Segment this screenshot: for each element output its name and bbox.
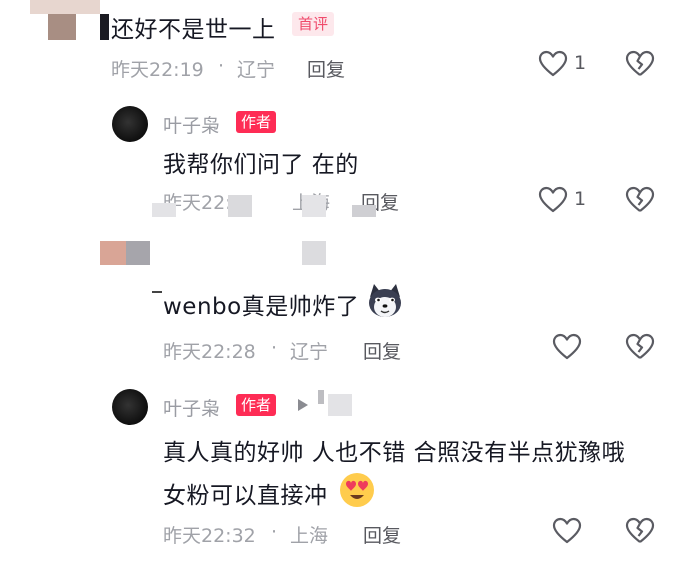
like-button[interactable] — [552, 517, 582, 547]
broken-heart-icon — [625, 50, 655, 76]
username[interactable]: 叶子枭 — [163, 111, 220, 138]
reply-time: 昨天22:32 — [163, 525, 256, 547]
reply-text: 我帮你们问了 在的 — [163, 152, 359, 178]
first-comment-badge: 首评 — [292, 12, 335, 36]
dislike-button[interactable] — [625, 333, 655, 363]
dislike-button[interactable] — [625, 186, 655, 216]
comment-time: 昨天22:28 — [163, 341, 256, 363]
dot-separator: · — [218, 55, 225, 77]
comment-text: wenbo真是帅炸了 — [163, 294, 360, 320]
play-arrow-icon — [298, 399, 308, 411]
mosaic-block — [302, 195, 326, 217]
author-badge: 作者 — [236, 394, 277, 416]
like-button[interactable]: 1 — [538, 50, 594, 80]
reply-button[interactable]: 回复 — [363, 521, 401, 548]
reply-button[interactable]: 回复 — [363, 337, 401, 364]
heart-icon — [538, 50, 568, 77]
broken-heart-icon — [625, 333, 655, 359]
username[interactable]: 叶子枭 — [163, 394, 220, 421]
blurred-username — [126, 241, 150, 265]
reply-location: 上海 — [290, 525, 329, 547]
heart-icon — [552, 517, 582, 544]
comment-text: 还好不是世一上 — [111, 17, 276, 43]
like-count: 1 — [574, 188, 587, 210]
heart-icon — [552, 333, 582, 360]
broken-heart-icon — [625, 186, 655, 212]
blurred-username — [328, 394, 352, 416]
blurred-username — [318, 390, 324, 404]
blurred-username — [100, 241, 126, 265]
comment-time: 昨天22:19 — [111, 59, 204, 81]
husky-dog-emoji — [366, 283, 402, 319]
author-badge: 作者 — [236, 111, 277, 133]
like-button[interactable] — [552, 333, 582, 363]
dot-separator: · — [271, 337, 278, 359]
blurred-avatar — [48, 14, 76, 40]
like-button[interactable]: 1 — [538, 186, 594, 216]
dot-separator: · — [271, 521, 278, 543]
blurred-avatar — [30, 0, 100, 14]
mosaic-block — [352, 205, 376, 217]
blurred-avatar — [100, 14, 109, 40]
broken-heart-icon — [625, 517, 655, 543]
reply-text-line1: 真人真的好帅 人也不错 合照没有半点犹豫哦 — [163, 440, 626, 466]
like-count: 1 — [574, 52, 587, 74]
dislike-button[interactable] — [625, 50, 655, 80]
avatar[interactable] — [112, 106, 148, 142]
avatar[interactable] — [112, 389, 148, 425]
reply-text-line2: 女粉可以直接冲 — [163, 483, 328, 509]
mosaic-block — [152, 203, 176, 217]
dislike-button[interactable] — [625, 517, 655, 547]
comment-location: 辽宁 — [290, 341, 329, 363]
heart-eyes-emoji — [338, 471, 374, 507]
quote-mark — [152, 291, 162, 293]
heart-icon — [538, 186, 568, 213]
comment-location: 辽宁 — [237, 59, 276, 81]
mosaic-block — [228, 195, 252, 217]
blurred-username — [302, 241, 326, 265]
reply-button[interactable]: 回复 — [307, 55, 345, 82]
